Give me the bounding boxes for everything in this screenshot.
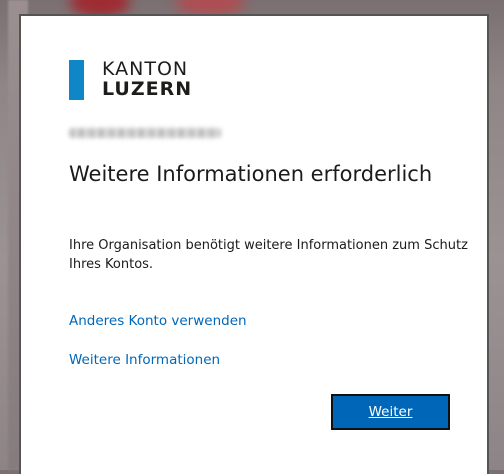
description-text: Ihre Organisation benötigt weitere Infor… — [69, 238, 468, 272]
account-identifier-redacted — [69, 128, 221, 138]
logo-bar-icon — [69, 60, 84, 100]
next-button[interactable]: Weiter — [331, 394, 450, 430]
kanton-luzern-logo: KANTON LUZERN — [69, 60, 192, 100]
sign-in-dialog: KANTON LUZERN Weitere Informationen erfo… — [19, 14, 489, 474]
page-title: Weitere Informationen erforderlich — [69, 162, 433, 186]
logo-wordmark: KANTON LUZERN — [102, 60, 192, 99]
logo-line-kanton: KANTON — [102, 58, 189, 80]
more-information-link[interactable]: Weitere Informationen — [69, 352, 220, 368]
use-other-account-link[interactable]: Anderes Konto verwenden — [69, 313, 247, 329]
logo-line-luzern: LUZERN — [102, 78, 193, 100]
